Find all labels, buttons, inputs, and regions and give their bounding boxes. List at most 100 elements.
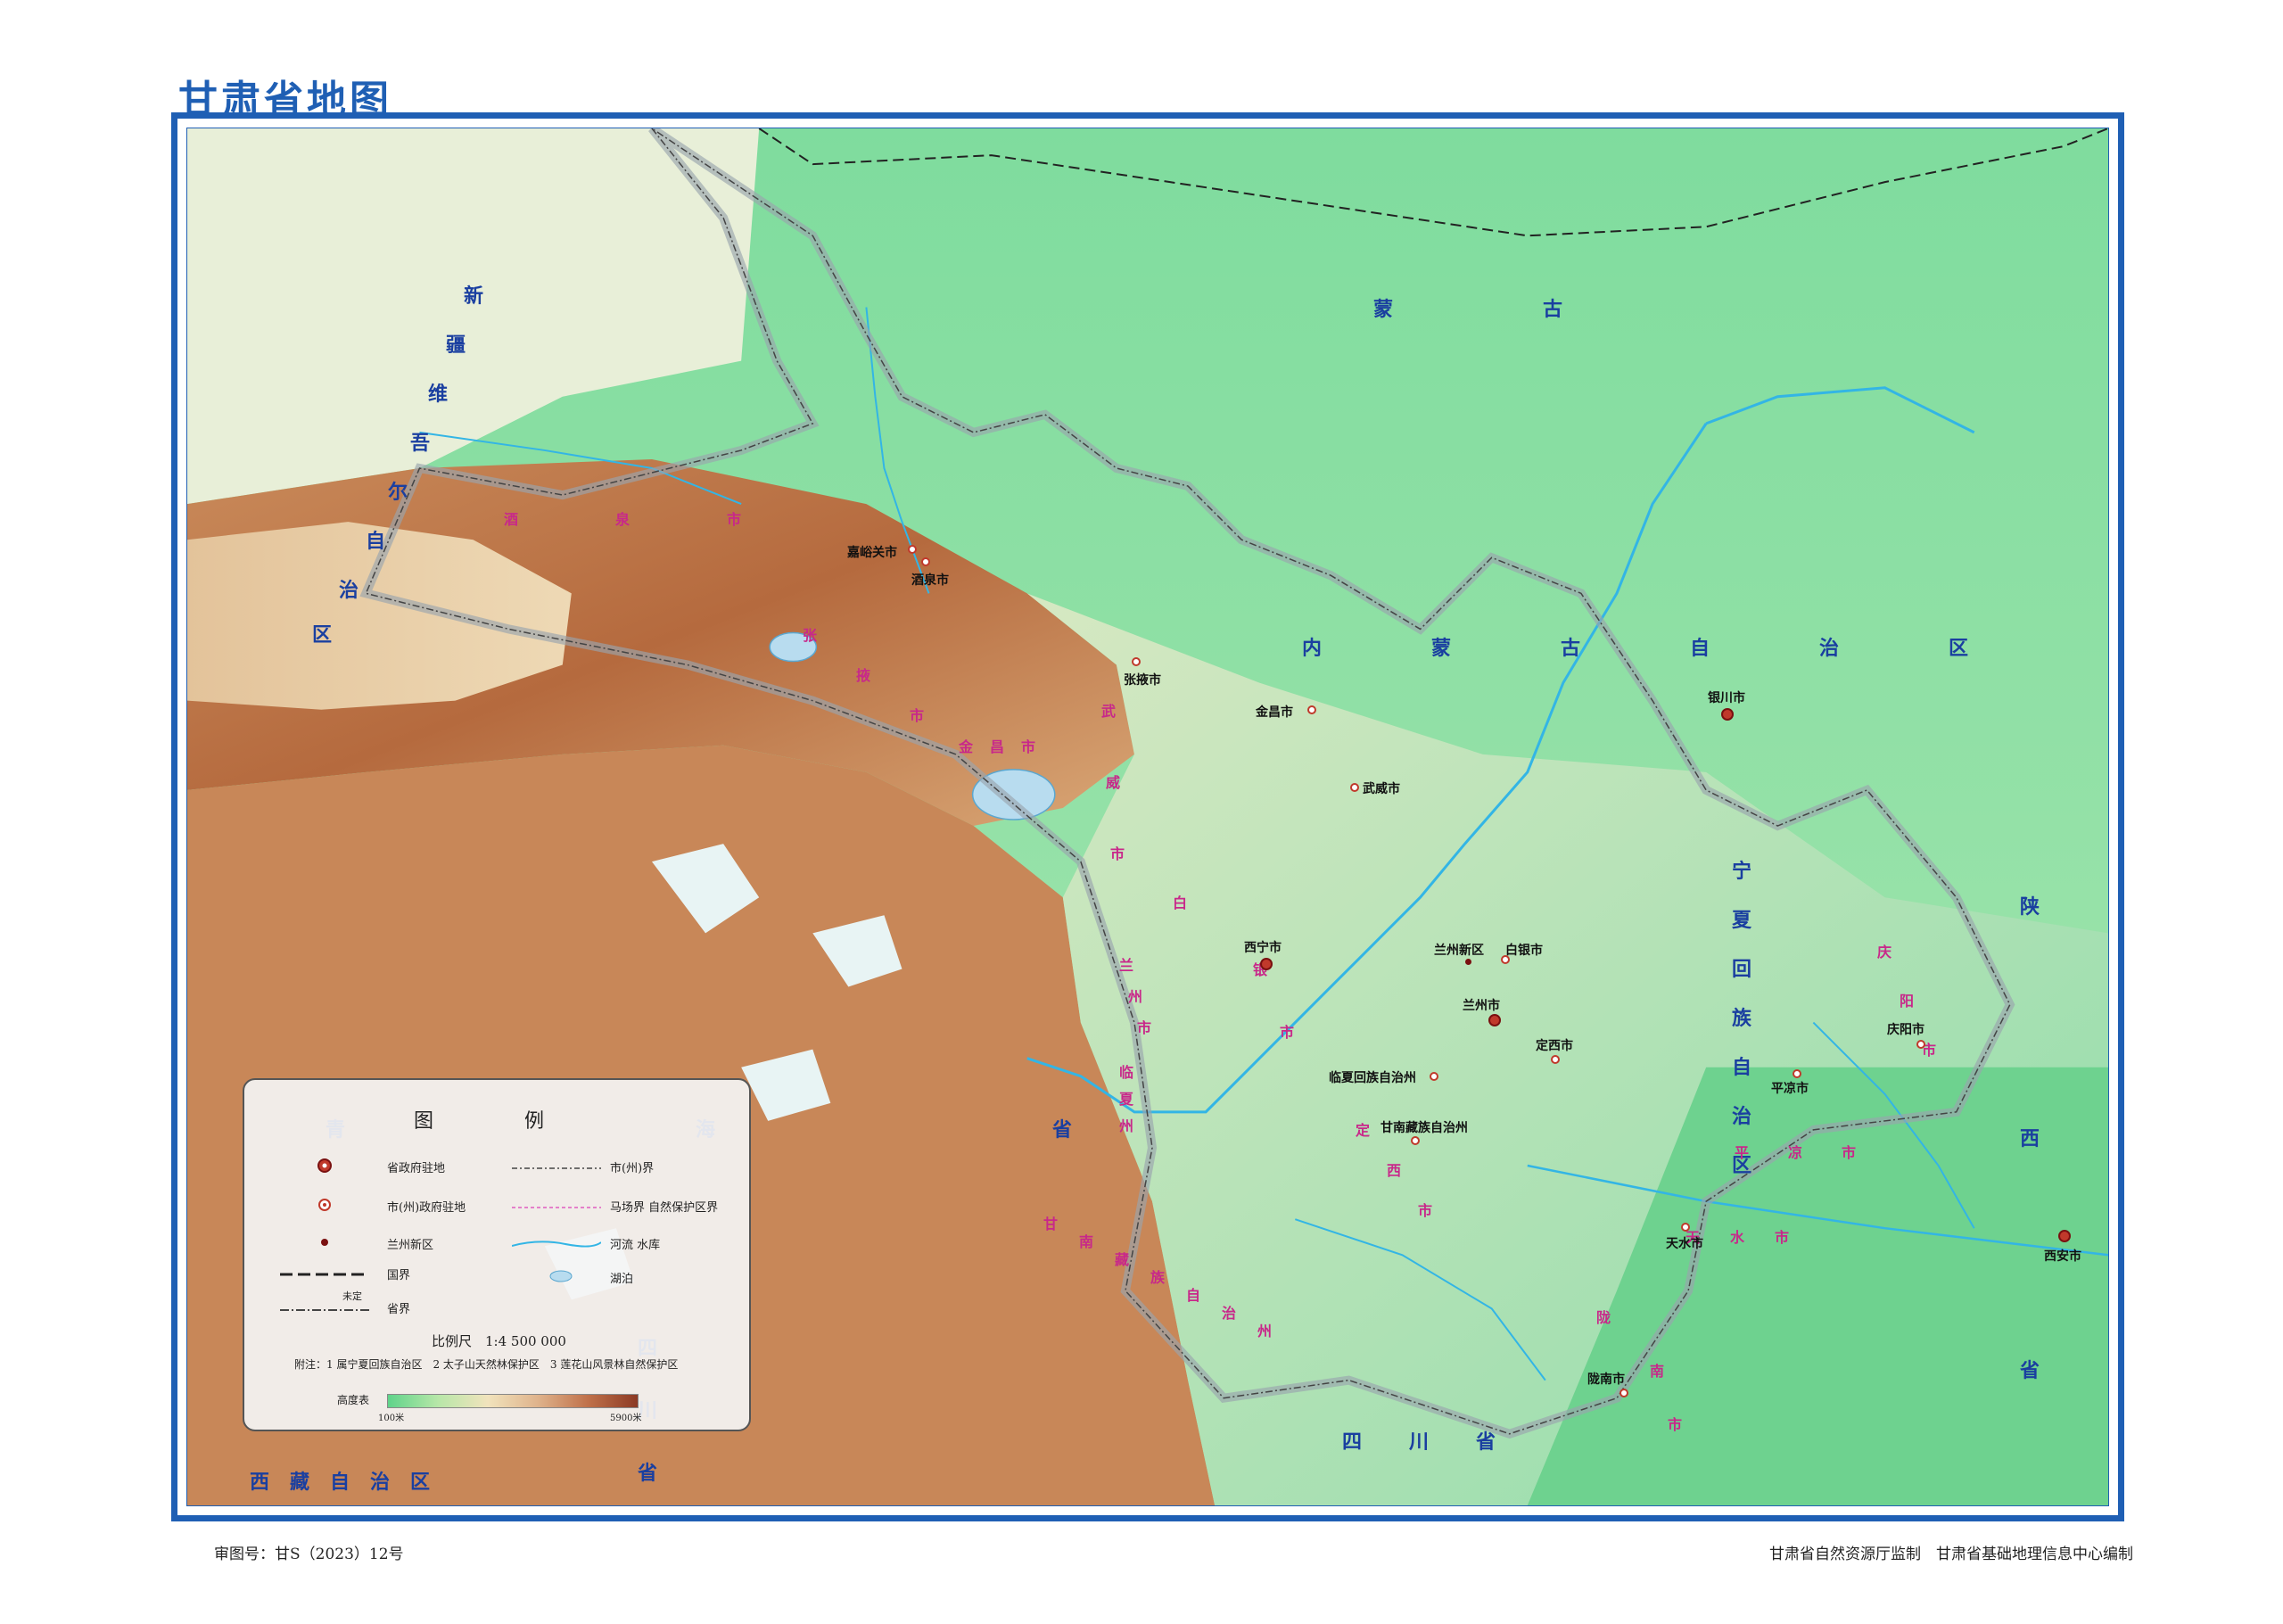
xian-marker[interactable] <box>2058 1230 2071 1242</box>
national-border-symbol <box>280 1273 369 1276</box>
legend-pref-border: 市(州)界 <box>610 1162 655 1175</box>
pref-zhangye-3: 市 <box>910 707 925 724</box>
pref-linxia-2: 夏 <box>1119 1091 1134 1108</box>
pref-jinchang-3: 市 <box>1021 738 1036 755</box>
region-shaanxi-2: 西 <box>2020 1127 2040 1150</box>
pref-gov-symbol <box>318 1199 331 1211</box>
qingyang-label[interactable]: 庆阳市 <box>1887 1020 1924 1038</box>
elevation-min: 100米 <box>378 1414 405 1423</box>
zhangye-marker[interactable] <box>1132 657 1141 666</box>
region-xinjiang-2: 疆 <box>446 334 466 357</box>
jiuquan-marker[interactable] <box>921 557 930 566</box>
jinchang-marker[interactable] <box>1307 705 1316 714</box>
region-neimenggu-1: 内 <box>1302 637 1323 660</box>
region-neimenggu-6: 区 <box>1949 637 1969 660</box>
linxia-marker[interactable] <box>1430 1072 1438 1081</box>
region-xinjiang-3: 维 <box>428 383 449 406</box>
region-xinjiang-4: 吾 <box>410 432 431 455</box>
jiayuguan-label[interactable]: 嘉峪关市 <box>847 543 897 561</box>
lanzhou-new-label[interactable]: 兰州新区 <box>1434 941 1484 959</box>
tianshui-label[interactable]: 天水市 <box>1666 1234 1703 1252</box>
yinchuan-marker[interactable] <box>1721 708 1734 721</box>
pref-gannan-2: 南 <box>1079 1233 1094 1250</box>
lanzhou-marker[interactable] <box>1488 1014 1501 1026</box>
pref-longnan-2: 南 <box>1650 1363 1665 1380</box>
dingxi-label[interactable]: 定西市 <box>1536 1036 1573 1054</box>
wuwei-marker[interactable] <box>1350 783 1359 792</box>
legend-elevation-label: 高度表 <box>337 1394 370 1406</box>
pref-baiyin-3: 市 <box>1280 1024 1295 1041</box>
pref-pingliang-3: 市 <box>1842 1144 1857 1161</box>
region-xizang-2: 藏 <box>290 1471 310 1494</box>
provincial-border-symbol <box>280 1309 369 1311</box>
jiayuguan-marker[interactable] <box>908 545 917 554</box>
map-legend: 图 例 省政府驻地 市(州)政府驻地 兰州新区 国界 未定 省界 市(州)界 马… <box>243 1078 751 1431</box>
wuwei-label[interactable]: 武威市 <box>1363 779 1400 797</box>
pref-wuwei-2: 威 <box>1106 774 1121 791</box>
pingliang-label[interactable]: 平凉市 <box>1771 1079 1809 1097</box>
legend-lanzhou-new: 兰州新区 <box>387 1239 434 1252</box>
region-ningxia-5: 自 <box>1732 1056 1752 1079</box>
tianshui-marker[interactable] <box>1681 1223 1690 1232</box>
legend-provincial-border: 省界 <box>387 1303 411 1316</box>
legend-reserve-border: 马场界 自然保护区界 <box>610 1201 719 1215</box>
pref-lanzhou-1: 兰 <box>1119 957 1134 974</box>
legend-prov-gov: 省政府驻地 <box>387 1162 446 1175</box>
pref-gannan-1: 甘 <box>1043 1216 1059 1232</box>
region-xizang-5: 区 <box>410 1471 431 1494</box>
region-neimenggu-2: 蒙 <box>1431 637 1452 660</box>
footer-approval-number: 审图号：甘S（2023）12号 <box>214 1546 404 1563</box>
gannan-label[interactable]: 甘南藏族自治州 <box>1381 1118 1468 1136</box>
legend-lake: 湖泊 <box>610 1273 634 1286</box>
map-frame: 新 疆 维 吾 尔 自 治 区 蒙 古 内 蒙 古 自 治 区 宁 夏 回 族 … <box>171 112 2124 1521</box>
xining-label[interactable]: 西宁市 <box>1244 938 1282 956</box>
region-xizang-3: 自 <box>330 1471 350 1494</box>
pref-zhangye-1: 张 <box>803 627 818 644</box>
jiuquan-label[interactable]: 酒泉市 <box>911 571 949 589</box>
linxia-label[interactable]: 临夏回族自治州 <box>1329 1068 1416 1086</box>
pref-gannan-3: 藏 <box>1115 1251 1130 1268</box>
pref-qingyang-2: 阳 <box>1900 993 1915 1010</box>
region-xinjiang-1: 新 <box>464 284 484 308</box>
region-sichuan-v-3: 省 <box>638 1462 658 1485</box>
pref-border-symbol <box>512 1167 601 1169</box>
lanzhou-new-symbol <box>321 1239 328 1246</box>
legend-undetermined: 未定 <box>342 1290 362 1302</box>
pref-tianshui-3: 市 <box>1775 1229 1790 1246</box>
river-symbol <box>512 1241 601 1248</box>
dingxi-marker[interactable] <box>1551 1055 1560 1064</box>
legend-scale: 比例尺 1:4 500 000 <box>432 1333 566 1349</box>
elevation-max: 5900米 <box>610 1414 642 1423</box>
pref-dingxi-3: 市 <box>1418 1202 1433 1219</box>
map-canvas[interactable]: 新 疆 维 吾 尔 自 治 区 蒙 古 内 蒙 古 自 治 区 宁 夏 回 族 … <box>186 128 2109 1506</box>
jinchang-label[interactable]: 金昌市 <box>1256 703 1293 721</box>
region-shaanxi-1: 陕 <box>2020 895 2040 919</box>
legend-river: 河流 水库 <box>610 1239 661 1252</box>
yinchuan-label[interactable]: 银川市 <box>1708 688 1745 706</box>
pref-longnan-1: 陇 <box>1596 1309 1611 1326</box>
pref-gannan-7: 州 <box>1257 1323 1273 1340</box>
pref-qingyang-1: 庆 <box>1877 944 1892 960</box>
zhangye-label[interactable]: 张掖市 <box>1124 671 1161 688</box>
pref-gannan-4: 族 <box>1150 1269 1166 1286</box>
qingyang-marker[interactable] <box>1916 1040 1925 1049</box>
gannan-marker[interactable] <box>1411 1136 1420 1145</box>
region-mongolia-1: 蒙 <box>1373 298 1394 321</box>
region-neimenggu-3: 古 <box>1561 637 1581 660</box>
pingliang-marker[interactable] <box>1793 1069 1801 1078</box>
region-sichuan-h-3: 省 <box>1476 1430 1496 1454</box>
pref-zhangye-2: 掖 <box>856 667 871 684</box>
lanzhou-label[interactable]: 兰州市 <box>1463 996 1500 1014</box>
baiyin-label[interactable]: 白银市 <box>1505 941 1543 959</box>
pref-gannan-6: 治 <box>1222 1305 1237 1322</box>
xian-label[interactable]: 西安市 <box>2044 1247 2081 1265</box>
prov-gov-symbol <box>317 1158 332 1173</box>
region-xinjiang-5: 尔 <box>388 481 408 504</box>
longnan-label[interactable]: 陇南市 <box>1587 1370 1625 1388</box>
lanzhou-new-marker[interactable] <box>1465 959 1471 965</box>
region-ningxia-6: 治 <box>1732 1105 1752 1128</box>
pref-linxia-1: 临 <box>1119 1064 1134 1081</box>
xining-marker[interactable] <box>1260 958 1273 970</box>
reserve-border-symbol <box>512 1207 601 1208</box>
longnan-marker[interactable] <box>1620 1389 1628 1397</box>
